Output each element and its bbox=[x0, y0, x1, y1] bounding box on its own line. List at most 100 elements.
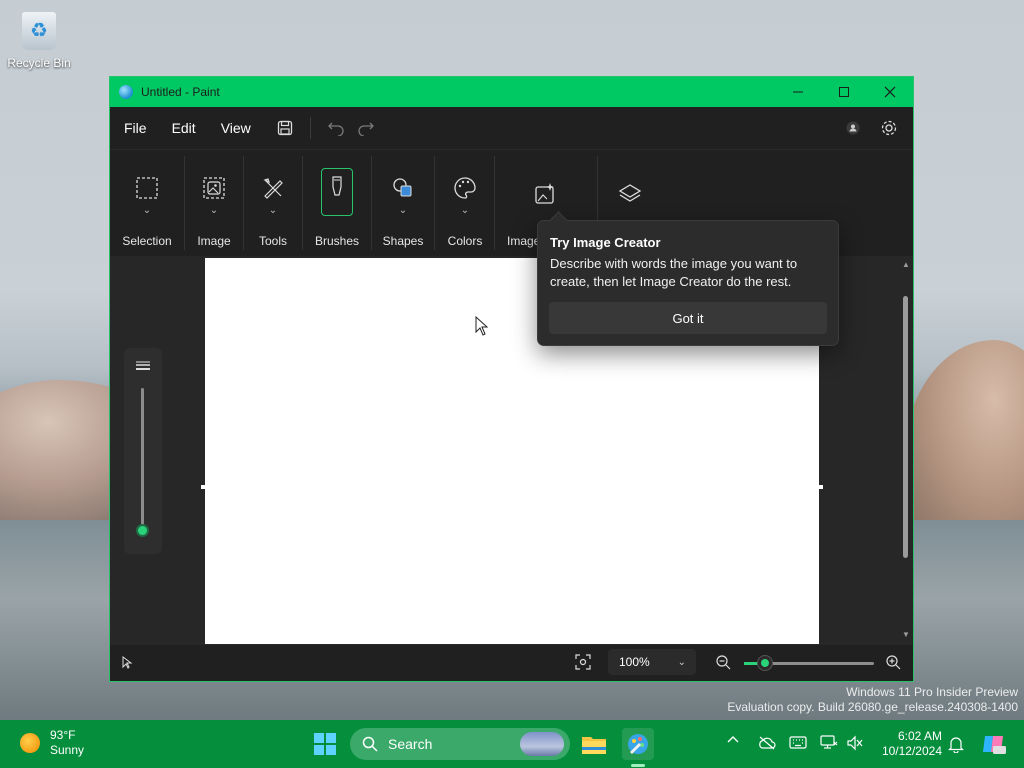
ribbon-separator bbox=[371, 156, 372, 250]
chevron-down-icon: ⌄ bbox=[209, 205, 219, 216]
undo-button[interactable] bbox=[321, 113, 351, 143]
menu-edit[interactable]: Edit bbox=[161, 120, 207, 136]
chevron-down-icon: ⌄ bbox=[460, 205, 470, 216]
notifications-button[interactable] bbox=[948, 735, 964, 756]
ribbon-tools-label: Tools bbox=[258, 234, 287, 248]
zoom-in-button[interactable] bbox=[885, 654, 901, 673]
image-creator-icon bbox=[529, 178, 561, 210]
file-explorer-taskbar-button[interactable] bbox=[578, 728, 610, 760]
fit-to-window-button[interactable] bbox=[575, 654, 591, 673]
scroll-up-arrow-icon[interactable]: ▲ bbox=[901, 260, 911, 269]
network-icon bbox=[820, 735, 838, 749]
taskbar-clock[interactable]: 6:02 AM 10/12/2024 bbox=[874, 729, 942, 759]
zoom-out-icon bbox=[716, 655, 731, 670]
watermark-line2: Evaluation copy. Build 26080.ge_release.… bbox=[727, 700, 1018, 714]
shapes-icon bbox=[387, 172, 419, 204]
search-highlight-image bbox=[520, 732, 564, 756]
onedrive-tray-button[interactable] bbox=[758, 736, 776, 753]
palette-icon bbox=[449, 172, 481, 204]
keyboard-icon bbox=[789, 736, 807, 749]
ribbon-selection-label: Selection bbox=[122, 234, 172, 248]
ribbon-selection[interactable]: ⌄ Selection bbox=[114, 150, 180, 256]
copilot-pre-icon bbox=[983, 736, 1006, 754]
menu-separator bbox=[309, 117, 311, 139]
ribbon-brushes[interactable]: Brushes bbox=[307, 150, 367, 256]
volume-tray-button[interactable] bbox=[846, 735, 864, 754]
got-it-button[interactable]: Got it bbox=[549, 302, 827, 334]
tools-icon bbox=[257, 172, 289, 204]
folder-icon bbox=[582, 737, 606, 754]
weather-widget[interactable]: 93°F Sunny bbox=[20, 728, 84, 758]
brush-size-slider-knob[interactable] bbox=[136, 524, 149, 537]
windows-watermark: Windows 11 Pro Insider Preview Evaluatio… bbox=[727, 685, 1018, 715]
recycle-bin-label: Recycle Bin bbox=[7, 56, 71, 70]
brush-size-panel bbox=[124, 348, 162, 554]
show-hidden-icons-button[interactable] bbox=[727, 734, 739, 749]
windows-logo-icon bbox=[314, 733, 336, 755]
ribbon-separator bbox=[302, 156, 303, 250]
paint-taskbar-button[interactable] bbox=[622, 728, 654, 760]
bell-icon bbox=[948, 737, 964, 754]
search-placeholder: Search bbox=[388, 736, 433, 752]
brush-size-slider-track[interactable] bbox=[141, 388, 144, 528]
close-button[interactable] bbox=[867, 77, 913, 107]
zoom-out-button[interactable] bbox=[715, 654, 731, 673]
minimize-button[interactable] bbox=[775, 77, 821, 107]
cloud-offline-icon bbox=[759, 736, 776, 750]
popup-title: Try Image Creator bbox=[550, 235, 661, 250]
ribbon-shapes[interactable]: ⌄ Shapes bbox=[376, 150, 430, 256]
settings-button[interactable] bbox=[874, 113, 904, 143]
canvas-resize-handle-left[interactable] bbox=[201, 485, 205, 489]
canvas-resize-handle-right[interactable] bbox=[819, 485, 823, 489]
ribbon-shapes-label: Shapes bbox=[382, 234, 424, 248]
ribbon-image-label: Image bbox=[197, 234, 231, 248]
ribbon-brushes-label: Brushes bbox=[314, 234, 360, 248]
ribbon-image[interactable]: ⌄ Image bbox=[188, 150, 240, 256]
status-bar: 100% ⌄ bbox=[110, 645, 913, 681]
brush-icon bbox=[321, 168, 353, 216]
keyboard-tray-button[interactable] bbox=[789, 736, 807, 752]
zoom-in-icon bbox=[886, 655, 901, 670]
ribbon-colors[interactable]: ⌄ Colors bbox=[439, 150, 491, 256]
weather-desc: Sunny bbox=[50, 743, 85, 757]
chevron-down-icon: ⌄ bbox=[142, 205, 152, 216]
taskbar-search-box[interactable]: Search bbox=[350, 728, 570, 760]
chevron-up-icon bbox=[727, 736, 739, 743]
redo-button[interactable] bbox=[351, 113, 381, 143]
layers-icon bbox=[614, 178, 646, 210]
menu-file[interactable]: File bbox=[113, 120, 158, 136]
menu-view[interactable]: View bbox=[210, 120, 262, 136]
scrollbar-thumb[interactable] bbox=[903, 296, 908, 558]
vertical-scrollbar[interactable]: ▲ ▼ bbox=[901, 260, 911, 640]
maximize-button[interactable] bbox=[821, 77, 867, 107]
recycle-bin-desktop-icon[interactable]: Recycle Bin bbox=[6, 12, 72, 70]
scroll-down-arrow-icon[interactable]: ▼ bbox=[901, 630, 911, 639]
clock-time: 6:02 AM bbox=[897, 729, 942, 743]
paint-app-icon bbox=[628, 734, 648, 754]
pointer-position-icon bbox=[122, 656, 133, 669]
ribbon-tools[interactable]: ⌄ Tools bbox=[248, 150, 298, 256]
save-icon bbox=[277, 120, 292, 136]
stroke-size-icon bbox=[134, 360, 152, 372]
zoom-slider-knob[interactable] bbox=[758, 656, 773, 670]
recycle-bin-icon bbox=[22, 12, 56, 50]
account-button[interactable] bbox=[838, 113, 868, 143]
save-button[interactable] bbox=[270, 113, 300, 143]
zoom-dropdown[interactable]: 100% ⌄ bbox=[608, 649, 696, 675]
window-title: Untitled - Paint bbox=[141, 85, 220, 99]
start-button[interactable] bbox=[309, 728, 341, 760]
copilot-pre-button[interactable] bbox=[978, 728, 1010, 760]
close-icon bbox=[884, 86, 896, 98]
mouse-cursor-icon bbox=[475, 316, 489, 336]
gear-icon bbox=[881, 120, 897, 136]
minimize-icon bbox=[793, 91, 803, 93]
paint-window: Untitled - Paint File Edit View ⌄ Select… bbox=[109, 76, 914, 682]
network-tray-button[interactable] bbox=[820, 734, 838, 753]
clock-date: 10/12/2024 bbox=[881, 744, 942, 758]
chevron-down-icon: ⌄ bbox=[268, 205, 278, 216]
title-bar[interactable]: Untitled - Paint bbox=[110, 77, 913, 107]
zoom-slider[interactable] bbox=[744, 656, 874, 670]
taskbar: 93°F Sunny Search 6:02 AM 10/12/2024 bbox=[0, 720, 1024, 768]
search-icon bbox=[362, 736, 378, 752]
ribbon-separator bbox=[243, 156, 244, 250]
